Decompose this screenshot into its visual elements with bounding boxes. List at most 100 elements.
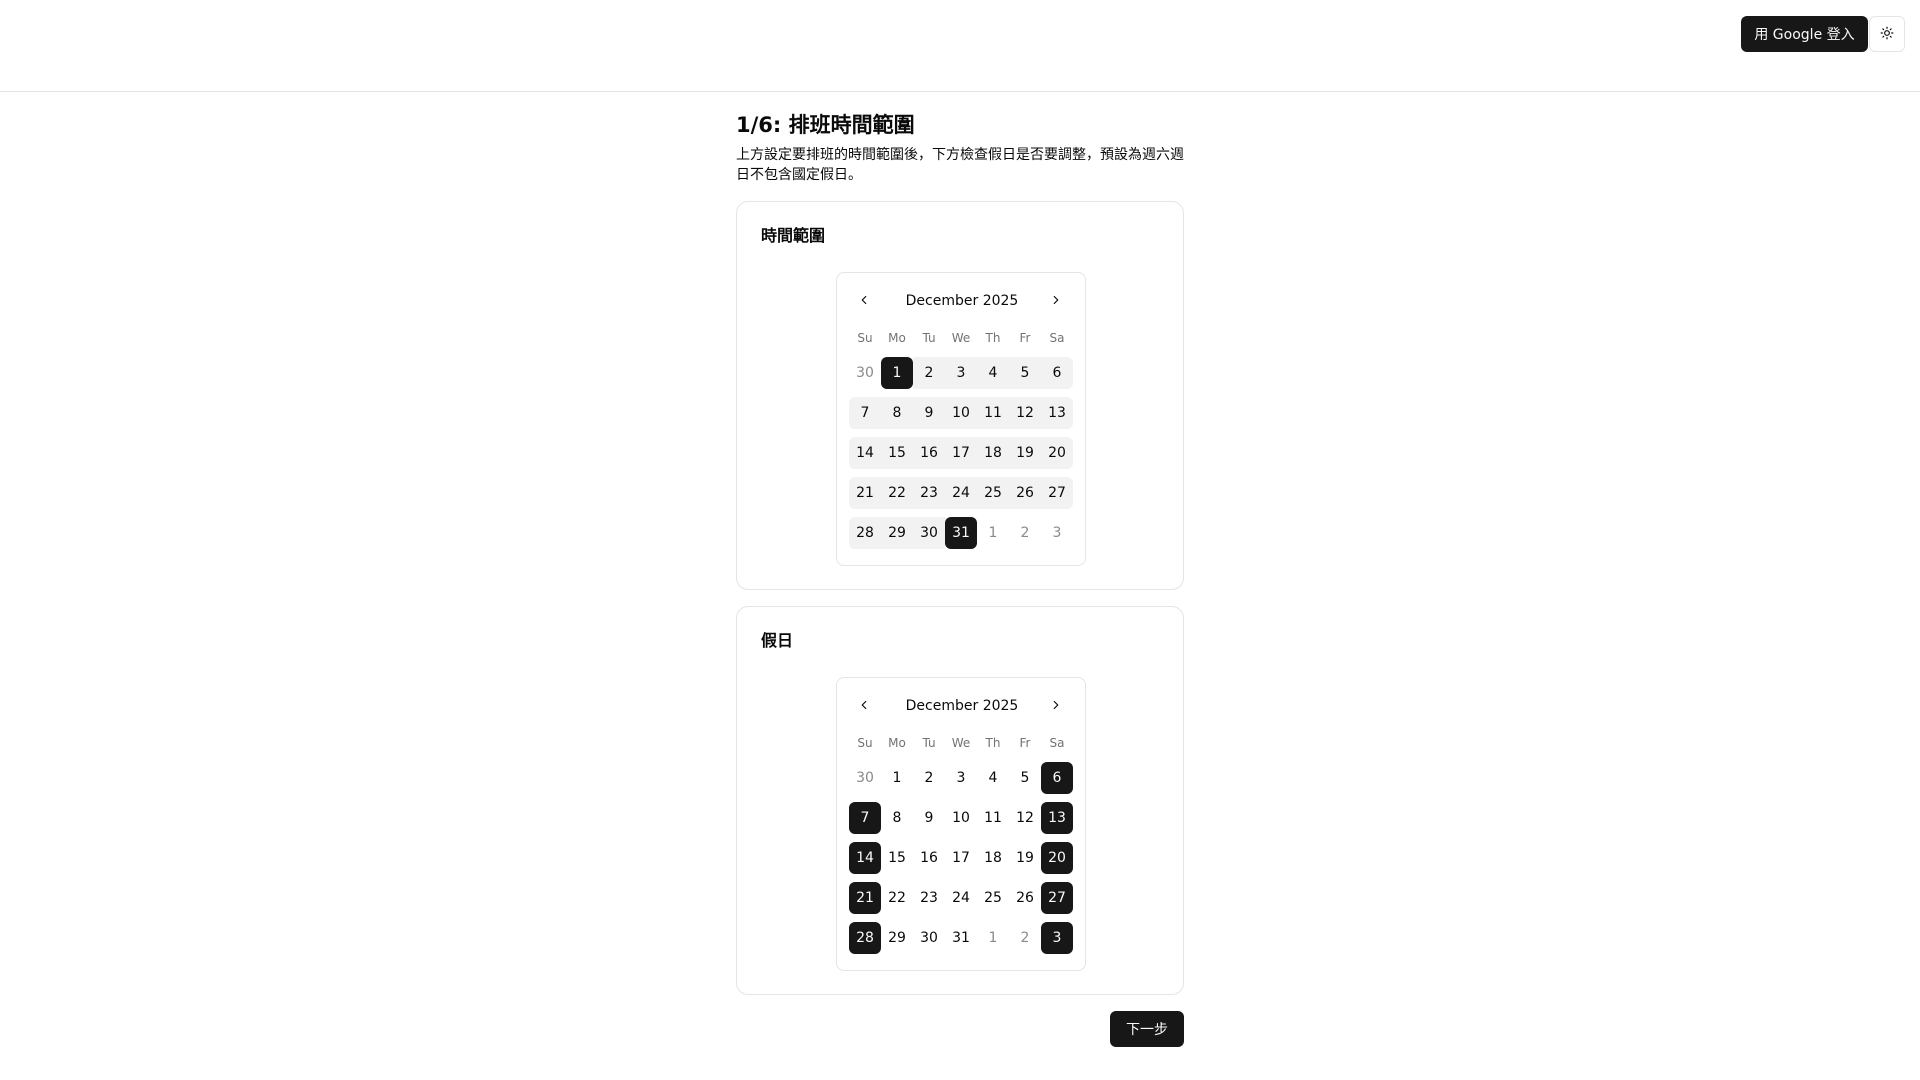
weekday-label: Sa <box>1049 331 1065 345</box>
calendar-day[interactable]: 3 <box>945 357 977 389</box>
calendar-day[interactable]: 23 <box>913 477 945 509</box>
weekday-label: We <box>951 331 971 345</box>
calendar-day[interactable]: 28 <box>849 517 881 549</box>
chevron-left-icon <box>857 698 871 715</box>
top-bar: 用 Google 登入 <box>0 0 1920 92</box>
sun-icon <box>1880 25 1894 44</box>
calendar-day-range-start[interactable]: 1 <box>881 357 913 389</box>
calendar-day[interactable]: 1 <box>977 517 1009 549</box>
calendar-day[interactable]: 30 <box>849 762 881 794</box>
weekday-label: Mo <box>888 331 906 345</box>
calendar-day-holiday[interactable]: 3 <box>1041 922 1073 954</box>
calendar-day[interactable]: 30 <box>913 922 945 954</box>
calendar-day[interactable]: 24 <box>945 882 977 914</box>
calendar-day[interactable]: 3 <box>1041 517 1073 549</box>
calendar-day-holiday[interactable]: 21 <box>849 882 881 914</box>
calendar-day-range-end[interactable]: 31 <box>945 517 977 549</box>
calendar-day[interactable]: 2 <box>913 357 945 389</box>
previous-month-button[interactable] <box>850 287 878 315</box>
range-card: 時間範圍 December 2025 Su Mo Tu We Th Fr Sa <box>736 201 1184 590</box>
calendar-day[interactable]: 29 <box>881 922 913 954</box>
holiday-card: 假日 December 2025 Su Mo Tu We Th Fr Sa 30… <box>736 606 1184 995</box>
calendar-week: 21 22 23 24 25 26 27 <box>849 882 1073 914</box>
previous-month-button[interactable] <box>850 692 878 720</box>
calendar-day[interactable]: 16 <box>913 437 945 469</box>
calendar-day[interactable]: 16 <box>913 842 945 874</box>
calendar-day[interactable]: 29 <box>881 517 913 549</box>
theme-toggle-button[interactable] <box>1869 16 1905 52</box>
calendar-day-holiday[interactable]: 14 <box>849 842 881 874</box>
calendar-day[interactable]: 4 <box>977 357 1009 389</box>
chevron-right-icon <box>1049 698 1063 715</box>
calendar-day[interactable]: 2 <box>1009 517 1041 549</box>
calendar-day[interactable]: 30 <box>913 517 945 549</box>
calendar-day[interactable]: 15 <box>881 437 913 469</box>
calendar-day[interactable]: 17 <box>945 842 977 874</box>
calendar-week: 30 1 2 3 4 5 6 <box>849 762 1073 794</box>
page-title: 1/6: 排班時間範圍 <box>736 113 915 137</box>
calendar-week: 7 8 9 10 11 12 13 <box>849 397 1073 429</box>
calendar-day[interactable]: 2 <box>913 762 945 794</box>
calendar-day[interactable]: 27 <box>1041 477 1073 509</box>
calendar-header: December 2025 <box>837 692 1087 720</box>
calendar-day[interactable]: 1 <box>881 762 913 794</box>
calendar-week: 14 15 16 17 18 19 20 <box>849 842 1073 874</box>
calendar-day[interactable]: 9 <box>913 397 945 429</box>
calendar-day[interactable]: 12 <box>1009 802 1041 834</box>
calendar-day[interactable]: 9 <box>913 802 945 834</box>
calendar-day[interactable]: 18 <box>977 437 1009 469</box>
calendar-day[interactable]: 2 <box>1009 922 1041 954</box>
calendar-day[interactable]: 4 <box>977 762 1009 794</box>
weekday-label: Tu <box>922 736 936 750</box>
next-month-button[interactable] <box>1042 692 1070 720</box>
calendar-day[interactable]: 13 <box>1041 397 1073 429</box>
next-month-button[interactable] <box>1042 287 1070 315</box>
calendar-day[interactable]: 12 <box>1009 397 1041 429</box>
calendar-day[interactable]: 18 <box>977 842 1009 874</box>
calendar-day-holiday[interactable]: 20 <box>1041 842 1073 874</box>
calendar-day[interactable]: 26 <box>1009 477 1041 509</box>
calendar-day[interactable]: 8 <box>881 802 913 834</box>
calendar-day[interactable]: 17 <box>945 437 977 469</box>
calendar-day[interactable]: 25 <box>977 882 1009 914</box>
next-step-button[interactable]: 下一步 <box>1110 1011 1184 1047</box>
calendar-day[interactable]: 30 <box>849 357 881 389</box>
weekday-label: Th <box>985 331 1001 345</box>
calendar-day[interactable]: 10 <box>945 397 977 429</box>
calendar-week: 21 22 23 24 25 26 27 <box>849 477 1073 509</box>
calendar-day[interactable]: 31 <box>945 922 977 954</box>
google-login-button[interactable]: 用 Google 登入 <box>1741 16 1868 52</box>
calendar-day[interactable]: 7 <box>849 397 881 429</box>
calendar-day[interactable]: 23 <box>913 882 945 914</box>
day-grid: 30 1 2 3 4 5 6 7 8 9 10 11 12 13 14 15 1… <box>849 762 1073 962</box>
calendar-day[interactable]: 22 <box>881 882 913 914</box>
calendar-day[interactable]: 11 <box>977 397 1009 429</box>
calendar-day[interactable]: 19 <box>1009 842 1041 874</box>
calendar-day[interactable]: 14 <box>849 437 881 469</box>
weekday-label: Su <box>857 331 873 345</box>
calendar-day[interactable]: 24 <box>945 477 977 509</box>
calendar-day[interactable]: 26 <box>1009 882 1041 914</box>
calendar-day[interactable]: 21 <box>849 477 881 509</box>
calendar-day[interactable]: 15 <box>881 842 913 874</box>
calendar-day[interactable]: 22 <box>881 477 913 509</box>
calendar-day[interactable]: 10 <box>945 802 977 834</box>
calendar-day[interactable]: 11 <box>977 802 1009 834</box>
calendar-day[interactable]: 8 <box>881 397 913 429</box>
calendar-day-holiday[interactable]: 13 <box>1041 802 1073 834</box>
calendar-day-holiday[interactable]: 27 <box>1041 882 1073 914</box>
calendar-day-holiday[interactable]: 7 <box>849 802 881 834</box>
calendar-day[interactable]: 6 <box>1041 357 1073 389</box>
calendar-day[interactable]: 5 <box>1009 762 1041 794</box>
calendar-week: 28 29 30 31 1 2 3 <box>849 517 1073 549</box>
calendar-week: 7 8 9 10 11 12 13 <box>849 802 1073 834</box>
calendar-day-holiday[interactable]: 6 <box>1041 762 1073 794</box>
calendar-day[interactable]: 20 <box>1041 437 1073 469</box>
calendar-day[interactable]: 5 <box>1009 357 1041 389</box>
weekday-label: Fr <box>1019 736 1031 750</box>
calendar-day-holiday[interactable]: 28 <box>849 922 881 954</box>
calendar-day[interactable]: 1 <box>977 922 1009 954</box>
calendar-day[interactable]: 19 <box>1009 437 1041 469</box>
calendar-day[interactable]: 25 <box>977 477 1009 509</box>
calendar-day[interactable]: 3 <box>945 762 977 794</box>
